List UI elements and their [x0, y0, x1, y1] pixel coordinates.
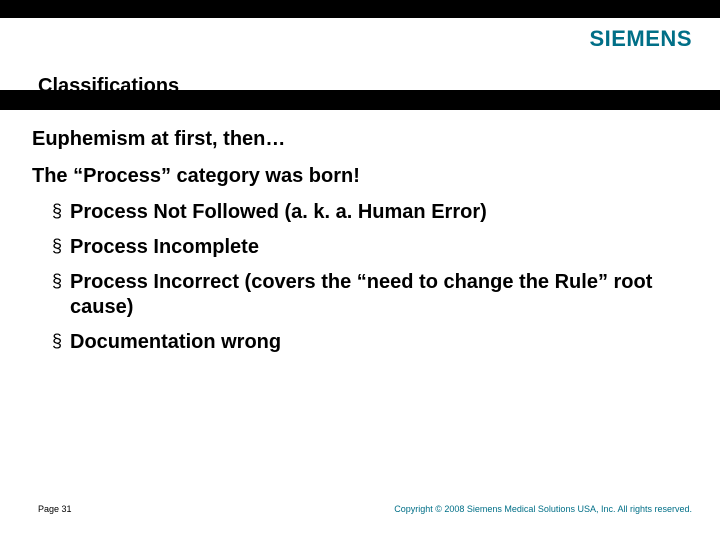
intro-line-2: The “Process” category was born!	[32, 165, 688, 188]
bullet-item: Process Incorrect (covers the “need to c…	[56, 270, 688, 320]
bullet-item: Documentation wrong	[56, 330, 688, 355]
bullet-item: Process Incomplete	[56, 235, 688, 260]
bullet-item: Process Not Followed (a. k. a. Human Err…	[56, 200, 688, 225]
footer: Page 31 Copyright © 2008 Siemens Medical…	[0, 504, 720, 514]
brand-logo: SIEMENS	[589, 26, 692, 52]
divider-band	[0, 90, 720, 110]
top-black-strip	[0, 0, 720, 18]
copyright-text: Copyright © 2008 Siemens Medical Solutio…	[394, 504, 692, 514]
bullet-list: Process Not Followed (a. k. a. Human Err…	[32, 200, 688, 355]
content-area: Euphemism at first, then… The “Process” …	[32, 128, 688, 365]
page-number: Page 31	[38, 504, 72, 514]
intro-line-1: Euphemism at first, then…	[32, 128, 688, 151]
